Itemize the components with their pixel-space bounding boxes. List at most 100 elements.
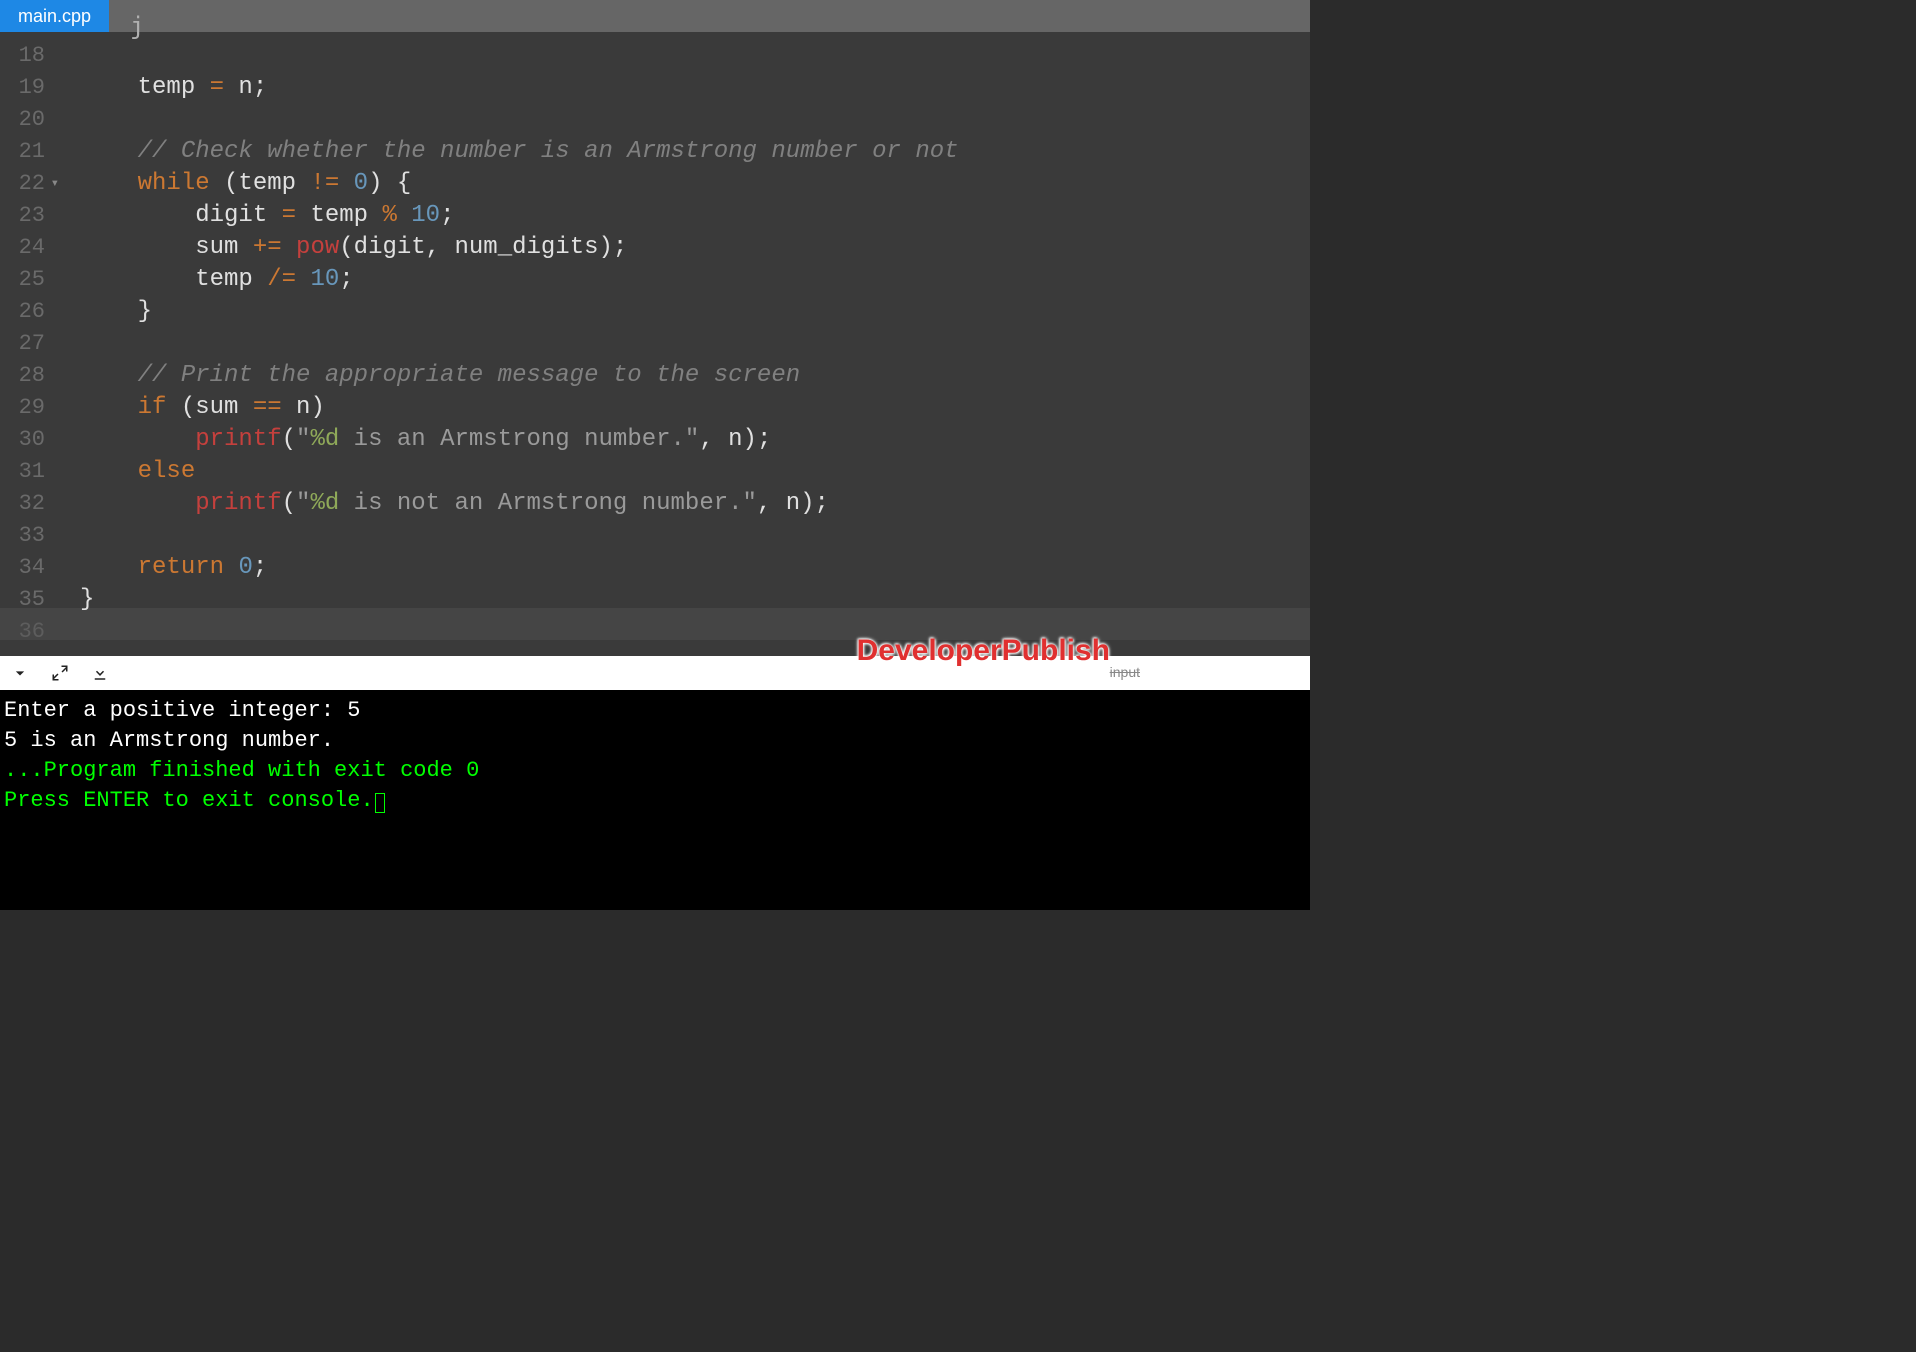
token-id <box>80 458 138 485</box>
token-op: == <box>253 394 282 421</box>
line-number: 30 <box>8 424 49 456</box>
line-number: 26 <box>8 296 49 328</box>
line-number: 25 <box>8 264 49 296</box>
token-id <box>296 266 310 293</box>
token-id: n <box>224 74 253 101</box>
expand-icon[interactable] <box>50 663 70 683</box>
token-id: ; <box>440 202 454 229</box>
code-line[interactable]: temp = n; <box>80 72 1310 104</box>
token-fmt: %d <box>310 426 339 453</box>
token-id: ; <box>253 74 267 101</box>
token-id: ) { <box>368 170 411 197</box>
code-line[interactable] <box>80 520 1310 552</box>
code-line[interactable]: } <box>80 296 1310 328</box>
token-id: temp <box>80 266 267 293</box>
line-number: 21 <box>8 136 49 168</box>
code-line[interactable]: if (sum == n) <box>80 392 1310 424</box>
code-line[interactable]: } <box>80 584 1310 616</box>
token-id: (sum <box>166 394 252 421</box>
line-number-gutter: 18192021222324252627282930313233343536 <box>0 32 60 656</box>
code-line[interactable] <box>80 328 1310 360</box>
line-number: 20 <box>8 104 49 136</box>
line-number: 24 <box>8 232 49 264</box>
token-op: = <box>282 202 296 229</box>
code-line[interactable]: printf("%d is not an Armstrong number.",… <box>80 488 1310 520</box>
token-id <box>80 490 195 517</box>
token-op: /= <box>267 266 296 293</box>
token-id: } <box>80 586 94 613</box>
line-number: 31 <box>8 456 49 488</box>
token-id: ( <box>282 490 296 517</box>
token-id <box>80 554 138 581</box>
token-kw: return <box>138 554 224 581</box>
token-id: ( <box>282 426 296 453</box>
console-line: ...Program finished with exit code 0 <box>4 756 1306 786</box>
line-number: 18 <box>8 40 49 72</box>
token-id <box>80 170 138 197</box>
code-editor[interactable]: j 18192021222324252627282930313233343536… <box>0 32 1310 656</box>
download-icon[interactable] <box>90 663 110 683</box>
token-str: is an Armstrong number." <box>339 426 699 453</box>
token-kw: if <box>138 394 167 421</box>
token-com: // Print the appropriate message to the … <box>80 362 800 389</box>
token-op: != <box>310 170 339 197</box>
code-line[interactable]: sum += pow(digit, num_digits); <box>80 232 1310 264</box>
code-line[interactable]: while (temp != 0) { <box>80 168 1310 200</box>
console-toolbar: DeveloperPublish input <box>0 656 1310 690</box>
token-fn: printf <box>195 426 281 453</box>
line-number: 19 <box>8 72 49 104</box>
tab-main-cpp[interactable]: main.cpp <box>0 0 109 32</box>
code-line[interactable]: // Check whether the number is an Armstr… <box>80 136 1310 168</box>
code-line[interactable] <box>80 104 1310 136</box>
line-number: 33 <box>8 520 49 552</box>
token-fn: pow <box>296 234 339 261</box>
line-number: 29 <box>8 392 49 424</box>
chevron-down-icon[interactable] <box>10 663 30 683</box>
token-str: is not an Armstrong number." <box>339 490 757 517</box>
code-line[interactable]: return 0; <box>80 552 1310 584</box>
console-line: Enter a positive integer: 5 <box>4 696 1306 726</box>
token-kw: else <box>138 458 196 485</box>
token-kw: while <box>138 170 210 197</box>
token-id: (digit, num_digits); <box>339 234 627 261</box>
line-number: 34 <box>8 552 49 584</box>
token-id <box>224 554 238 581</box>
watermark-text: DeveloperPublish <box>857 634 1110 668</box>
code-line[interactable]: digit = temp % 10; <box>80 200 1310 232</box>
console-line: 5 is an Armstrong number. <box>4 726 1306 756</box>
token-fn: printf <box>195 490 281 517</box>
token-id: } <box>80 298 152 325</box>
token-id: sum <box>80 234 253 261</box>
tab-bar: main.cpp <box>0 0 1310 32</box>
code-line[interactable]: else <box>80 456 1310 488</box>
token-op: % <box>382 202 396 229</box>
watermark-small: input <box>1110 664 1140 680</box>
token-id: n) <box>282 394 325 421</box>
token-id: digit <box>80 202 282 229</box>
token-id <box>397 202 411 229</box>
line-number: 28 <box>8 360 49 392</box>
code-line[interactable]: printf("%d is an Armstrong number.", n); <box>80 424 1310 456</box>
token-id: ; <box>253 554 267 581</box>
line-number: 32 <box>8 488 49 520</box>
console-output[interactable]: Enter a positive integer: 55 is an Armst… <box>0 690 1310 910</box>
token-op: += <box>253 234 282 261</box>
code-line[interactable] <box>80 616 1310 648</box>
token-str: " <box>296 426 310 453</box>
code-line[interactable]: // Print the appropriate message to the … <box>80 360 1310 392</box>
console-line: Press ENTER to exit console. <box>4 786 1306 816</box>
token-id <box>80 426 195 453</box>
token-id: (temp <box>210 170 311 197</box>
code-line[interactable] <box>80 40 1310 72</box>
token-id <box>339 170 353 197</box>
token-fmt: %d <box>310 490 339 517</box>
code-line[interactable]: temp /= 10; <box>80 264 1310 296</box>
line-number: 27 <box>8 328 49 360</box>
token-id: temp <box>80 74 210 101</box>
code-area[interactable]: temp = n; // Check whether the number is… <box>60 32 1310 656</box>
tab-label: main.cpp <box>18 6 91 27</box>
token-id: temp <box>296 202 382 229</box>
token-num: 0 <box>238 554 252 581</box>
token-op: = <box>210 74 224 101</box>
token-num: 10 <box>411 202 440 229</box>
